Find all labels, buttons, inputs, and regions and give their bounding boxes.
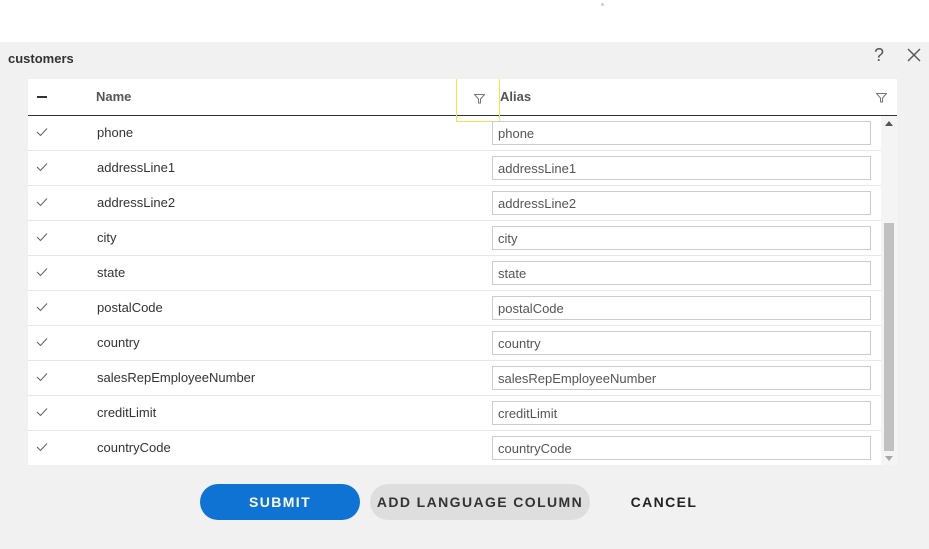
check-icon[interactable]: [36, 372, 48, 382]
help-icon[interactable]: ?: [871, 44, 887, 66]
column-name: phone: [97, 125, 134, 140]
table-row: addressLine2: [28, 186, 881, 221]
table-row: countryCode: [28, 431, 881, 465]
column-name: salesRepEmployeeNumber: [97, 370, 256, 385]
check-icon[interactable]: [36, 162, 48, 172]
column-name: creditLimit: [97, 405, 157, 420]
alias-input[interactable]: [492, 331, 871, 355]
columns-grid: Name Alias phone addressLine1: [28, 79, 897, 465]
alias-input[interactable]: [492, 261, 871, 285]
table-row: creditLimit: [28, 396, 881, 431]
close-icon[interactable]: [904, 45, 924, 65]
grid-body: phone addressLine1 addressLine2 city sta: [28, 116, 881, 465]
check-icon[interactable]: [36, 337, 48, 347]
scroll-up-icon[interactable]: [885, 121, 893, 126]
scrollbar-thumb[interactable]: [884, 223, 894, 451]
alias-input[interactable]: [492, 296, 871, 320]
column-name: state: [97, 265, 126, 280]
check-icon[interactable]: [36, 232, 48, 242]
check-icon[interactable]: [36, 127, 48, 137]
alias-input[interactable]: [492, 191, 871, 215]
filter-icon: [876, 93, 887, 103]
column-header-alias[interactable]: Alias: [500, 79, 531, 115]
dialog-title: customers: [8, 51, 74, 66]
alias-input[interactable]: [492, 436, 871, 460]
table-row: phone: [28, 116, 881, 151]
window-top-strip: [0, 0, 929, 42]
customers-dialog: customers ? Name Alias phone phone addre…: [0, 42, 929, 549]
minus-icon[interactable]: [37, 96, 47, 98]
top-dot: [601, 3, 604, 6]
check-icon[interactable]: [36, 407, 48, 417]
column-name: countryCode: [97, 440, 171, 455]
check-icon[interactable]: [36, 302, 48, 312]
check-icon[interactable]: [36, 267, 48, 277]
check-icon[interactable]: [36, 442, 48, 452]
alias-input[interactable]: [492, 401, 871, 425]
table-row: postalCode: [28, 291, 881, 326]
submit-button[interactable]: SUBMIT: [200, 484, 360, 520]
cancel-button[interactable]: CANCEL: [611, 484, 717, 520]
column-name: postalCode: [97, 300, 163, 315]
table-row: country: [28, 326, 881, 361]
alias-input[interactable]: [492, 226, 871, 250]
grid-header: Name Alias: [28, 79, 897, 122]
alias-input[interactable]: [492, 156, 871, 180]
table-row: city: [28, 221, 881, 256]
column-name: addressLine2: [97, 195, 176, 210]
column-name: addressLine1: [97, 160, 176, 175]
column-name: city: [97, 230, 117, 245]
add-language-column-button[interactable]: ADD LANGUAGE COLUMN: [370, 484, 590, 520]
column-header-name[interactable]: Name: [96, 79, 131, 115]
alias-input[interactable]: [492, 366, 871, 390]
table-row: salesRepEmployeeNumber: [28, 361, 881, 396]
table-row: addressLine1: [28, 151, 881, 186]
check-icon[interactable]: [36, 197, 48, 207]
vertical-scrollbar[interactable]: [881, 116, 897, 465]
alias-input[interactable]: [492, 121, 871, 145]
filter-icon: [474, 94, 485, 104]
column-name: country: [97, 335, 140, 350]
table-row: state: [28, 256, 881, 291]
scroll-down-icon[interactable]: [885, 456, 893, 461]
close-icon-glyph: [907, 48, 921, 62]
alias-filter-button[interactable]: [871, 86, 893, 108]
